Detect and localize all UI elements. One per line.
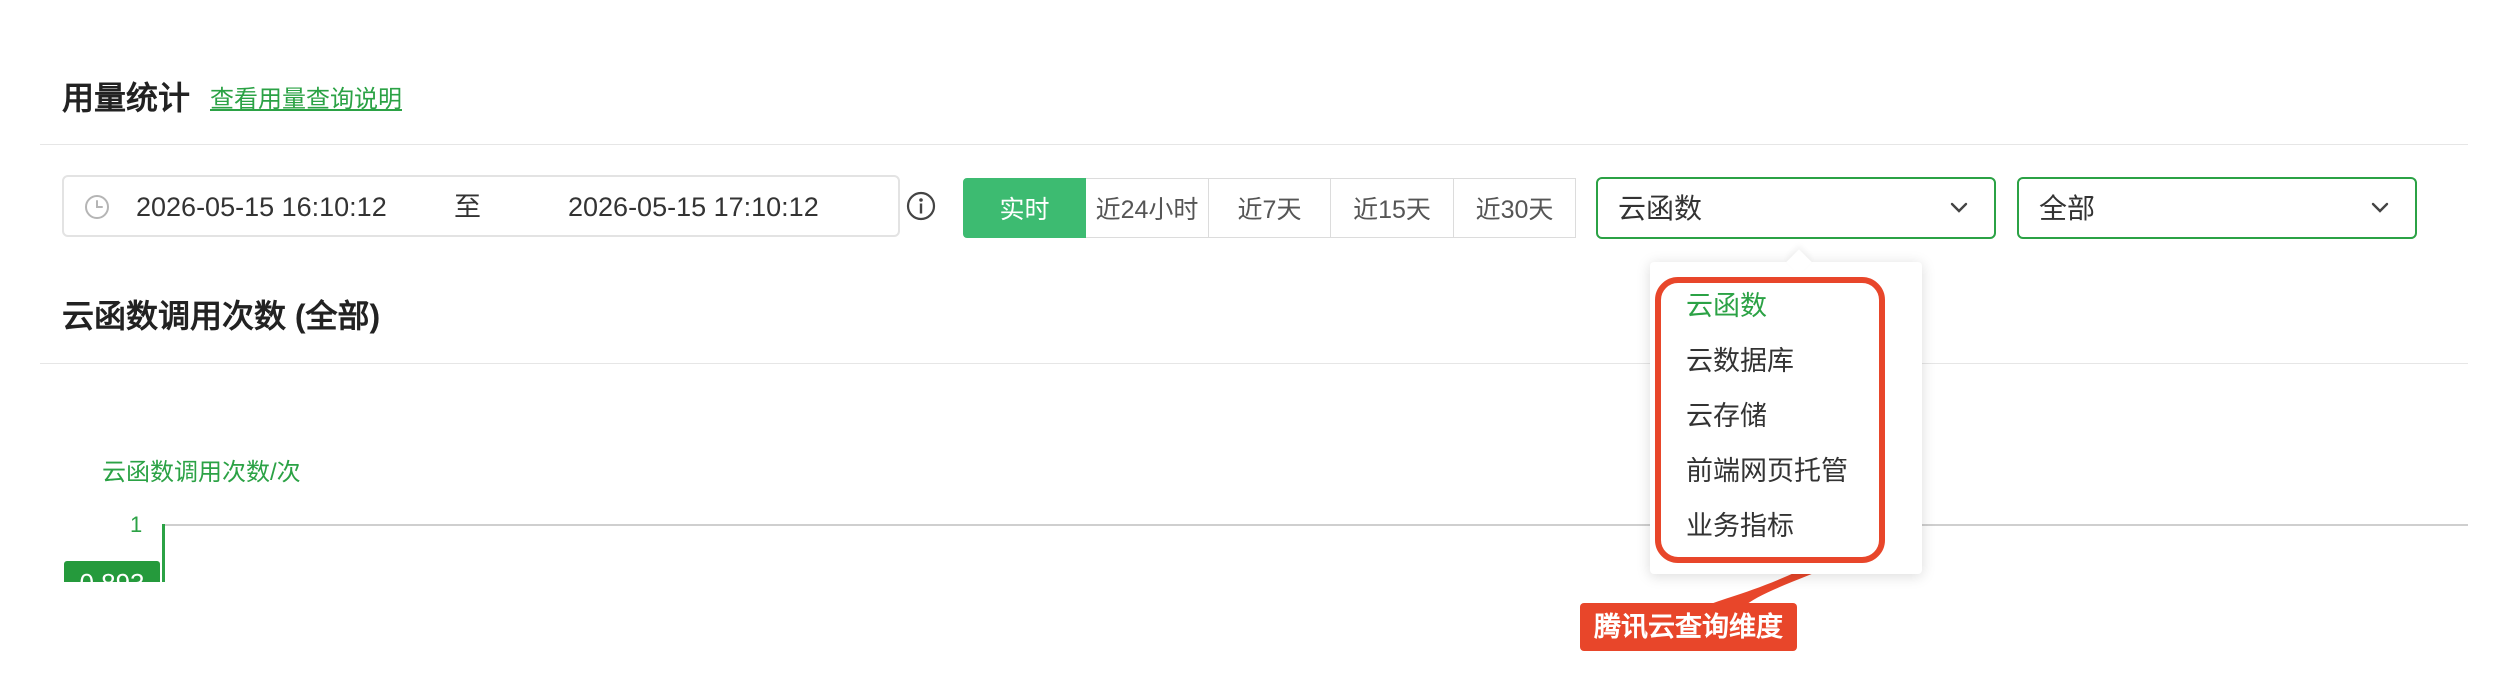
annotation-label: 腾讯云查询维度	[1580, 603, 1797, 651]
annotation-callout	[1702, 560, 1840, 608]
annotation-outline	[1655, 277, 1885, 563]
